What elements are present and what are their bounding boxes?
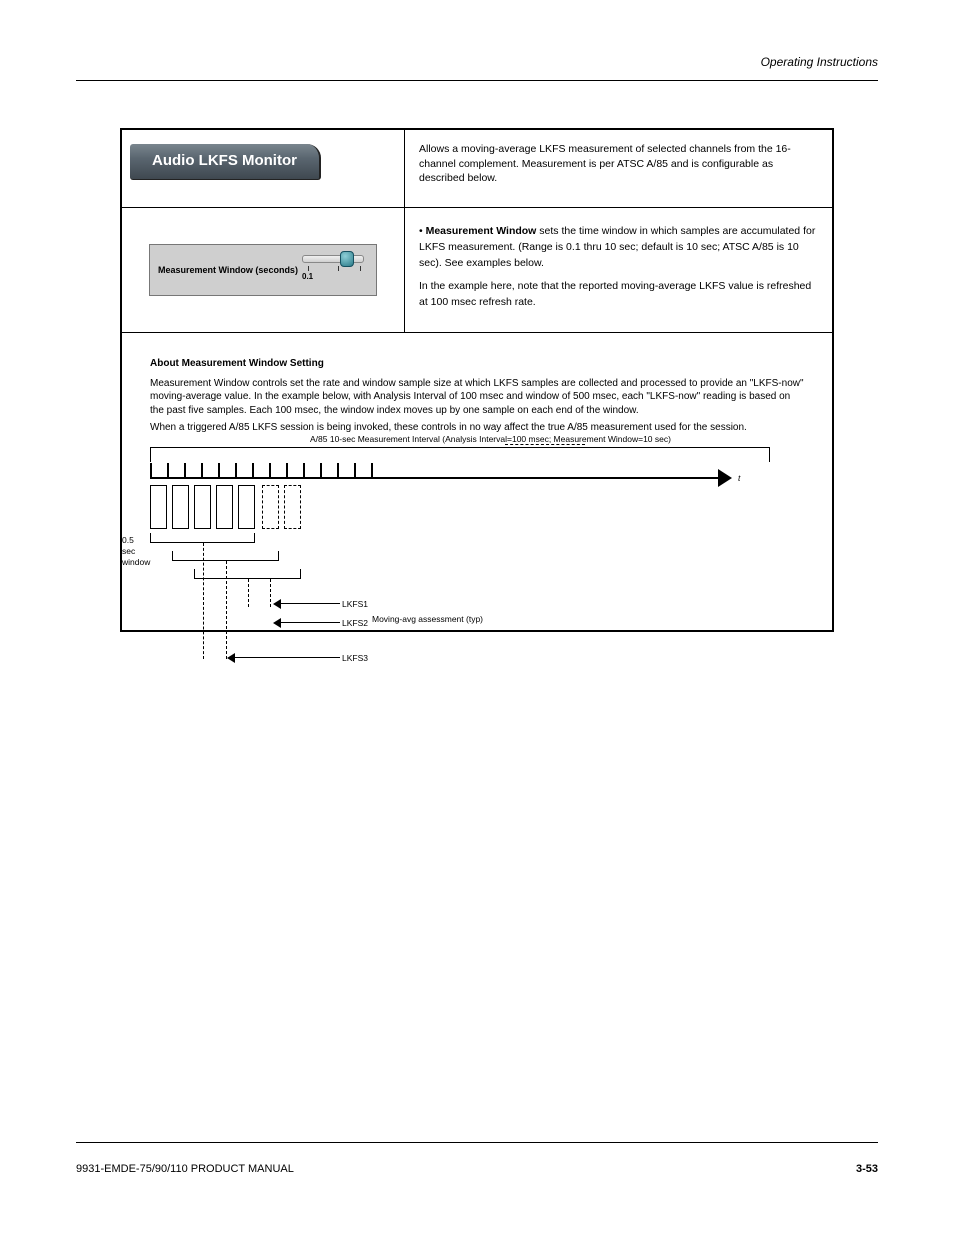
time-axis xyxy=(150,477,720,479)
header-chapter-label: Operating Instructions xyxy=(761,55,878,69)
slider-description: • Measurement Window sets the time windo… xyxy=(405,208,832,332)
footer-rule xyxy=(76,1142,878,1143)
slider-cell: Measurement Window (seconds) 0.1 xyxy=(122,208,405,332)
lkfs-sample-label: LKFS3 xyxy=(342,653,368,664)
measurement-window-slider[interactable]: 0.1 xyxy=(298,250,368,290)
table-row: Measurement Window (seconds) 0.1 • Measu… xyxy=(122,208,832,332)
lkfs-sample-label: LKFS1 xyxy=(342,599,368,610)
assessment-label: Moving-avg assessment (typ) xyxy=(372,614,483,625)
measurement-window-label: Measurement Window (seconds) xyxy=(158,265,298,275)
slider-thumb[interactable] xyxy=(340,251,354,267)
interval-label: A/85 10-sec Measurement Interval (Analys… xyxy=(310,435,671,445)
measurement-window-control: Measurement Window (seconds) 0.1 xyxy=(149,244,377,296)
explanation-paragraph: Measurement Window controls set the rate… xyxy=(150,377,804,418)
time-axis-label: t xyxy=(738,473,740,484)
explanation-paragraph: When a triggered A/85 LKFS session is be… xyxy=(150,421,804,435)
footer-page-number: 3-53 xyxy=(856,1163,878,1175)
header-rule xyxy=(76,80,878,81)
bracket-size-label: 0.5 sec window xyxy=(122,535,150,569)
slider-value-label: 0.1 xyxy=(302,272,313,281)
table-row: Audio LKFS Monitor Allows a moving-avera… xyxy=(122,130,832,208)
footer-manual-title: 9931-EMDE-75/90/110 PRODUCT MANUAL xyxy=(76,1163,294,1175)
spec-table: Audio LKFS Monitor Allows a moving-avera… xyxy=(120,128,834,632)
timing-diagram: A/85 10-sec Measurement Interval (Analys… xyxy=(150,447,770,667)
audio-lkfs-panel-header: Audio LKFS Monitor xyxy=(130,144,321,180)
axis-arrow-icon xyxy=(718,469,732,487)
explanation-heading: About Measurement Window Setting xyxy=(150,357,804,371)
panel-description: Allows a moving-average LKFS measurement… xyxy=(405,130,832,207)
panel-title-cell: Audio LKFS Monitor xyxy=(122,130,405,207)
explanation-cell: About Measurement Window Setting Measure… xyxy=(122,332,832,677)
lkfs-sample-label: LKFS2 xyxy=(342,618,368,629)
